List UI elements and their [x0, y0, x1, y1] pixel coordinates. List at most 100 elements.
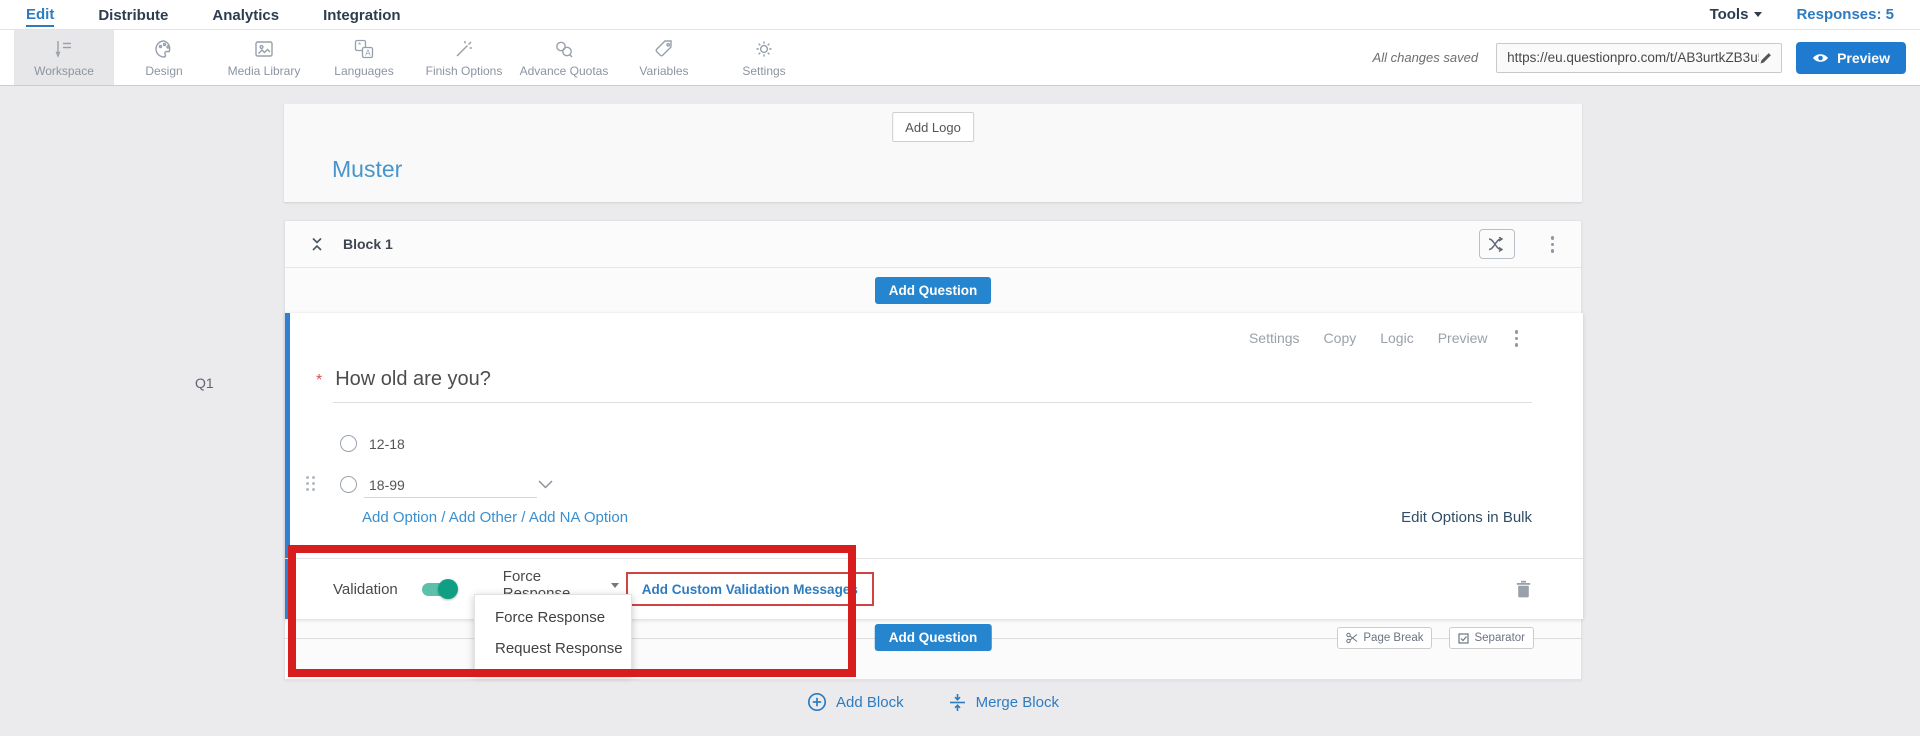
select-caret-icon [611, 583, 619, 588]
add-na-option-link[interactable]: Add NA Option [529, 509, 628, 526]
question-preview-link[interactable]: Preview [1438, 330, 1488, 346]
separator-label: Separator [1474, 632, 1525, 644]
image-icon [252, 37, 276, 61]
link-separator: / [517, 509, 529, 526]
toolbar-item-advance-quotas[interactable]: Advance Quotas [514, 30, 614, 85]
validation-toggle[interactable] [422, 583, 456, 596]
delete-question-trash-icon[interactable] [1516, 580, 1531, 598]
question-actions: Settings Copy Logic Preview [1249, 327, 1521, 350]
add-question-button-top[interactable]: Add Question [875, 277, 992, 304]
question-number-label: Q1 [195, 375, 214, 391]
workspace-icon [52, 37, 76, 61]
nav-tab-integration[interactable]: Integration [323, 3, 401, 26]
option-row-1: 12-18 [340, 435, 405, 452]
toolbar-item-label: Advance Quotas [520, 64, 609, 78]
collapse-block-icon[interactable] [309, 235, 325, 253]
nav-tab-analytics[interactable]: Analytics [212, 3, 279, 26]
tag-icon [652, 37, 676, 61]
survey-title[interactable]: Muster [332, 156, 402, 183]
toolbar-item-design[interactable]: Design [114, 30, 214, 85]
question-logic-link[interactable]: Logic [1380, 330, 1413, 346]
add-option-link[interactable]: Add Option [362, 509, 437, 526]
survey-url-box [1496, 43, 1782, 73]
toolbar-item-media-library[interactable]: Media Library [214, 30, 314, 85]
merge-block-label: Merge Block [976, 694, 1059, 711]
toolbar-item-label: Workspace [34, 64, 94, 78]
merge-arrows-icon [948, 693, 967, 712]
radio-button-option-2[interactable] [340, 476, 357, 493]
validation-dropdown-menu: Force Response Request Response [474, 594, 632, 674]
add-custom-validation-messages-button[interactable]: Add Custom Validation Messages [626, 572, 874, 606]
save-status: All changes saved [1373, 50, 1479, 65]
option-row-2: 18-99 [340, 476, 405, 493]
eye-icon [1812, 52, 1829, 64]
gear-icon [752, 37, 776, 61]
tools-label: Tools [1710, 6, 1749, 23]
add-question-button-bottom[interactable]: Add Question [875, 624, 992, 651]
required-asterisk: * [316, 372, 322, 390]
toolbar-item-finish-options[interactable]: Finish Options [414, 30, 514, 85]
toolbar-item-settings[interactable]: Settings [714, 30, 814, 85]
survey-url-input[interactable] [1507, 50, 1759, 65]
option-2-underline [364, 497, 537, 498]
preview-label: Preview [1837, 50, 1890, 66]
option-1-label[interactable]: 12-18 [369, 436, 405, 452]
nav-tabs: Edit Distribute Analytics Integration [26, 2, 401, 27]
toolbar-item-label: Languages [334, 64, 393, 78]
question-settings-link[interactable]: Settings [1249, 330, 1300, 346]
toolbar-item-label: Design [145, 64, 182, 78]
menu-item-request-response[interactable]: Request Response [475, 633, 631, 664]
add-block-button[interactable]: Add Block [807, 692, 904, 712]
nav-tab-edit[interactable]: Edit [26, 2, 54, 27]
nav-tab-distribute[interactable]: Distribute [98, 3, 168, 26]
page-break-button[interactable]: Page Break [1337, 627, 1432, 649]
responses-link[interactable]: Responses: 5 [1796, 6, 1894, 23]
option-2-label[interactable]: 18-99 [369, 477, 405, 493]
nav-right: Tools Responses: 5 [1710, 6, 1894, 23]
add-logo-button[interactable]: Add Logo [892, 112, 974, 142]
toolbar-item-variables[interactable]: Variables [614, 30, 714, 85]
tools-menu-button[interactable]: Tools [1710, 6, 1763, 23]
add-other-link[interactable]: Add Other [449, 509, 517, 526]
separator-button[interactable]: Separator [1449, 627, 1534, 649]
block-menu-kebab-icon[interactable] [1548, 233, 1558, 256]
add-block-label: Add Block [836, 694, 904, 711]
toolbar-item-label: Finish Options [426, 64, 503, 78]
question-menu-kebab-icon[interactable] [1512, 327, 1522, 350]
scissors-icon [1346, 632, 1358, 644]
option-add-links: Add Option / Add Other / Add NA Option [362, 509, 628, 526]
translate-icon: * A [352, 37, 376, 61]
magic-wand-icon [452, 37, 476, 61]
option-2-chevron-down-icon[interactable] [538, 480, 553, 489]
question-text[interactable]: How old are you? [335, 368, 491, 391]
question-copy-link[interactable]: Copy [1324, 330, 1357, 346]
block-title: Block 1 [343, 236, 393, 252]
survey-header-card: Add Logo Muster [284, 104, 1582, 202]
radio-button-option-1[interactable] [340, 435, 357, 452]
toolbar-item-label: Settings [742, 64, 785, 78]
page-footer-actions: Add Block Merge Block [284, 692, 1582, 712]
toolbar-right: All changes saved Preview [1373, 30, 1920, 85]
menu-item-force-response[interactable]: Force Response [475, 602, 631, 633]
toolbar-item-languages[interactable]: * A Languages [314, 30, 414, 85]
toolbar-item-workspace[interactable]: Workspace [14, 30, 114, 85]
preview-button[interactable]: Preview [1796, 42, 1906, 74]
toolbar-item-label: Media Library [228, 64, 301, 78]
edit-options-in-bulk-link[interactable]: Edit Options in Bulk [1401, 509, 1532, 526]
page-break-label: Page Break [1363, 632, 1423, 644]
drag-handle-icon[interactable] [306, 476, 315, 491]
toolbar: Workspace Design Media Library [0, 30, 1920, 86]
palette-icon [152, 37, 176, 61]
block-footer-buttons: Page Break Separator [1337, 627, 1534, 649]
question-text-row: * How old are you? [316, 368, 491, 391]
chevron-down-icon [1754, 12, 1762, 17]
toolbar-items: Workspace Design Media Library [14, 30, 814, 85]
merge-block-button[interactable]: Merge Block [948, 692, 1059, 712]
shuffle-questions-button[interactable] [1479, 229, 1515, 259]
svg-text:A: A [365, 48, 371, 57]
edit-url-pencil-icon[interactable] [1759, 51, 1773, 65]
svg-text:*: * [358, 41, 361, 50]
separator-checkbox-icon [1458, 633, 1469, 644]
validation-label: Validation [333, 581, 398, 598]
add-question-strip-top: Add Question [285, 268, 1581, 313]
